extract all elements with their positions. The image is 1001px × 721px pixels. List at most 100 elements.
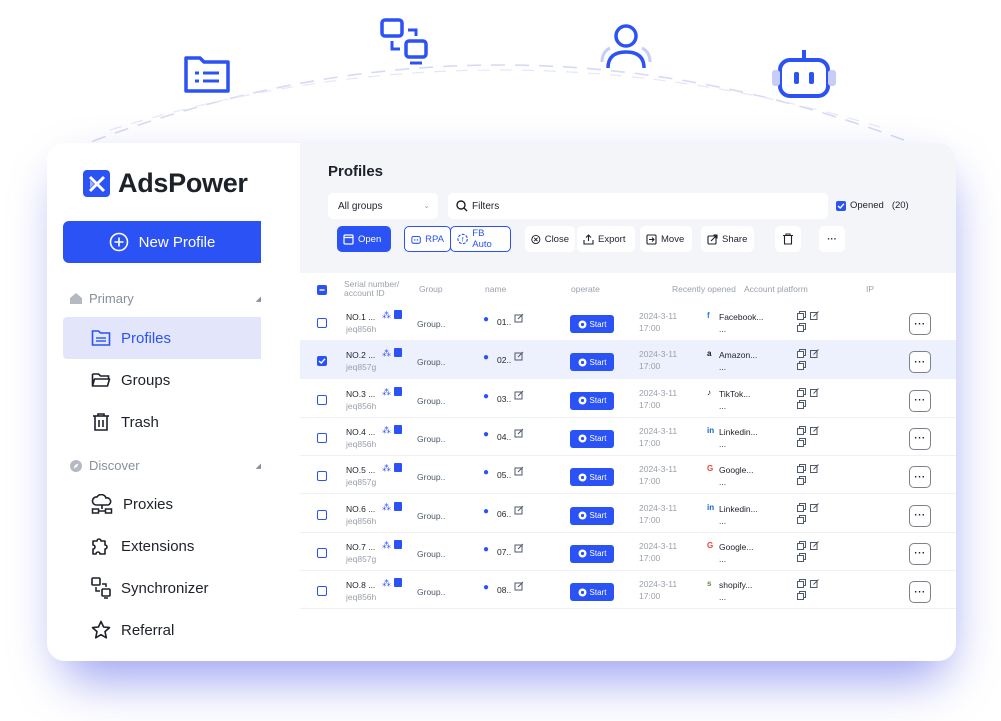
edit-icon[interactable] <box>514 543 524 555</box>
opened-checkbox[interactable] <box>836 200 846 211</box>
copy-icon[interactable] <box>797 476 806 487</box>
row-more-button[interactable]: ··· <box>909 542 931 565</box>
copy-icon[interactable] <box>797 464 806 475</box>
row-checkbox[interactable] <box>317 318 327 328</box>
table-row[interactable]: NO.5 ... ⁂ jeq857g Group.. ● 05.. Start 2024-3-… <box>300 456 956 495</box>
copy-icon[interactable] <box>797 323 806 334</box>
group-select[interactable]: All groups ⌄ <box>328 193 438 219</box>
table-row[interactable]: NO.2 ... ⁂ jeq857g Group.. ● 02.. Start 2024-3-… <box>300 341 956 380</box>
copy-icon[interactable] <box>797 552 806 564</box>
start-button[interactable]: Start <box>570 391 614 410</box>
edit-icon[interactable] <box>810 579 819 590</box>
copy-icon[interactable] <box>797 387 806 399</box>
row-more-button[interactable]: ··· <box>909 313 931 335</box>
row-checkbox[interactable] <box>317 586 327 597</box>
sidebar-item-profiles[interactable]: Profiles <box>63 317 261 359</box>
fb-auto-button[interactable]: f FB Auto <box>450 226 511 252</box>
table-row[interactable]: NO.1 ... ⁂ jeq856h Group.. ● 01.. Start 2024-3-… <box>300 303 956 341</box>
start-button[interactable]: Start <box>570 468 614 487</box>
edit-icon[interactable] <box>514 313 524 325</box>
row-checkbox[interactable] <box>317 547 327 558</box>
edit-icon[interactable] <box>810 426 819 437</box>
edit-icon[interactable] <box>810 464 819 475</box>
row-checkbox[interactable] <box>317 356 327 367</box>
move-button[interactable]: Move <box>640 226 692 252</box>
copy-icon[interactable] <box>797 514 806 526</box>
opened-filter[interactable]: Opened (20) <box>836 200 909 211</box>
filters-input[interactable]: Filters <box>448 193 828 219</box>
sidebar-item-synchronizer[interactable]: Synchronizer <box>63 567 261 609</box>
copy-icon[interactable] <box>797 425 806 437</box>
copy-icon[interactable] <box>797 579 806 590</box>
start-button[interactable]: Start <box>570 544 614 563</box>
edit-icon[interactable] <box>514 390 524 402</box>
sidebar-item-proxies[interactable]: Proxies <box>63 483 261 525</box>
start-button[interactable]: Start <box>570 429 614 448</box>
share-button[interactable]: Share <box>701 226 754 252</box>
row-checkbox[interactable] <box>317 432 327 443</box>
serial-number: NO.6 ... <box>346 503 376 514</box>
row-checkbox[interactable] <box>317 471 327 482</box>
toolbar-more-button[interactable]: ··· <box>819 226 845 252</box>
sidebar-item-trash[interactable]: Trash <box>63 401 261 443</box>
delete-button[interactable] <box>775 226 801 252</box>
start-button[interactable]: Start <box>570 315 614 333</box>
edit-icon[interactable] <box>514 581 524 593</box>
copy-icon[interactable] <box>797 399 806 411</box>
copy-icon[interactable] <box>797 349 806 360</box>
table-row[interactable]: NO.3 ... ⁂ jeq856h Group.. ● 03.. Start 2024-3-… <box>300 380 956 418</box>
edit-icon[interactable] <box>514 351 524 363</box>
recent-date: 2024-3-11 <box>639 540 678 551</box>
fb-auto-icon: f <box>457 233 468 245</box>
edit-icon[interactable] <box>810 502 819 514</box>
copy-icon[interactable] <box>797 437 806 449</box>
section-discover[interactable]: Discover ◢ <box>69 458 261 473</box>
recent-time: 17:00 <box>639 323 661 333</box>
profile-name: 04.. <box>497 431 512 442</box>
open-button[interactable]: Open <box>337 226 391 252</box>
edit-icon[interactable] <box>810 387 819 399</box>
serial-number: NO.5 ... <box>346 465 376 476</box>
header-group: Group <box>419 284 443 294</box>
select-all-checkbox[interactable] <box>317 285 327 296</box>
group-cell: Group.. <box>417 510 446 521</box>
close-button[interactable]: Close <box>525 226 575 252</box>
sidebar-item-extensions[interactable]: Extensions <box>63 525 261 567</box>
edit-icon[interactable] <box>514 505 524 517</box>
row-more-button[interactable]: ··· <box>909 504 931 527</box>
sidebar-item-referral[interactable]: Referral <box>63 609 261 651</box>
export-button[interactable]: Export <box>577 226 635 252</box>
edit-icon[interactable] <box>810 540 819 552</box>
table-row[interactable]: NO.8 ... ⁂ jeq856h Group.. ● 08.. Start 2024-3-… <box>300 571 956 610</box>
sidebar-item-groups[interactable]: Groups <box>63 359 261 401</box>
row-more-button[interactable]: ··· <box>909 351 931 374</box>
table-row[interactable]: NO.4 ... ⁂ jeq856h Group.. ● 04.. Start 2024-3-… <box>300 418 956 456</box>
row-checkbox[interactable] <box>317 394 327 405</box>
row-checkbox[interactable] <box>317 509 327 520</box>
edit-icon[interactable] <box>810 349 819 360</box>
row-more-button[interactable]: ··· <box>909 466 931 489</box>
table-row[interactable]: NO.6 ... ⁂ jeq856h Group.. ● 06.. Start 2024-3-… <box>300 495 956 533</box>
row-more-button[interactable]: ··· <box>909 581 931 604</box>
copy-icon[interactable] <box>797 361 806 372</box>
new-profile-button[interactable]: New Profile <box>63 221 261 263</box>
row-more-button[interactable]: ··· <box>909 389 931 412</box>
rpa-button[interactable]: RPA <box>404 226 451 252</box>
copy-icon[interactable] <box>797 591 806 602</box>
account-id: jeq856h <box>346 592 377 603</box>
copy-icon[interactable] <box>797 311 806 322</box>
start-button[interactable]: Start <box>570 353 614 372</box>
page-title: Profiles <box>328 163 384 180</box>
section-primary[interactable]: Primary ◢ <box>69 291 261 306</box>
copy-icon[interactable] <box>797 540 806 552</box>
copy-icon[interactable] <box>797 502 806 514</box>
recent-time: 17:00 <box>639 591 661 602</box>
row-more-button[interactable]: ··· <box>909 427 931 450</box>
serial-number: NO.1 ... <box>346 312 376 322</box>
edit-icon[interactable] <box>514 466 524 478</box>
edit-icon[interactable] <box>810 311 819 322</box>
edit-icon[interactable] <box>514 428 524 440</box>
table-row[interactable]: NO.7 ... ⁂ jeq857g Group.. ● 07.. Start 2024-3-… <box>300 533 956 571</box>
start-button[interactable]: Start <box>570 506 614 525</box>
start-button[interactable]: Start <box>570 583 614 602</box>
